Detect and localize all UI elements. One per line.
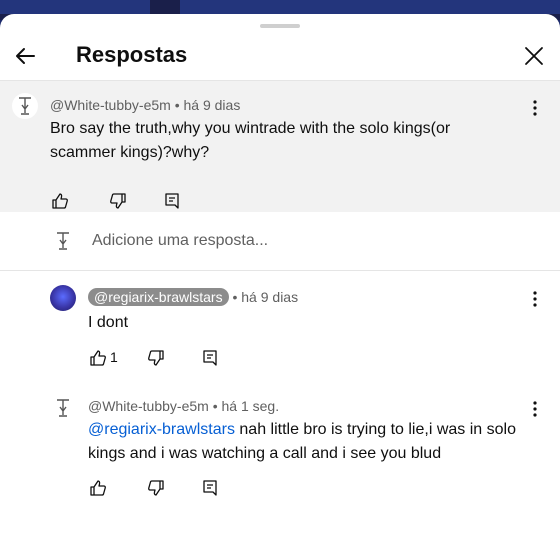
arrow-left-icon (16, 48, 35, 64)
reply-button[interactable] (162, 191, 182, 211)
dislike-button[interactable] (108, 191, 128, 211)
reply-menu-button[interactable] (532, 400, 538, 418)
more-vertical-icon (533, 291, 537, 307)
avatar (50, 228, 76, 254)
stick-figure-icon (19, 97, 31, 115)
background-stripe (180, 0, 560, 14)
thumb-down-icon (148, 480, 164, 496)
reply-time: há 1 seg. (221, 398, 280, 414)
comment-text: Bro say the truth,why you wintrade with … (50, 120, 451, 161)
comment-menu-button[interactable] (532, 99, 538, 117)
comment-author[interactable]: @White-tubby-e5m (50, 97, 171, 113)
reply-time: há 9 dias (241, 289, 299, 305)
replies-sheet: Respostas @White-tubby-e5m • há 9 dias B… (0, 14, 560, 560)
dislike-button[interactable] (146, 348, 166, 368)
reply-button[interactable] (200, 348, 220, 368)
comment-icon (203, 350, 217, 366)
close-button[interactable] (522, 44, 546, 68)
comment-time: há 9 dias (183, 97, 241, 113)
reply-divider (0, 270, 560, 271)
like-button[interactable] (88, 348, 108, 368)
add-reply-input[interactable]: Adicione uma resposta... (92, 232, 268, 250)
comment-icon (165, 193, 179, 209)
back-button[interactable] (12, 42, 40, 70)
more-vertical-icon (533, 401, 537, 417)
background-stripe (0, 0, 150, 14)
reply-meta: @regiarix-brawlstars • há 9 dias (88, 288, 298, 306)
reply-text: I dont (88, 314, 129, 331)
more-vertical-icon (533, 100, 537, 116)
reply-text: @regiarix-brawlstars nah little bro is t… (88, 418, 518, 466)
avatar[interactable] (12, 93, 38, 119)
page-title: Respostas (76, 42, 188, 67)
dislike-button[interactable] (146, 478, 166, 498)
meta-separator: • (212, 398, 218, 414)
stick-figure-icon (57, 399, 69, 417)
parent-comment: @White-tubby-e5m • há 9 dias Bro say the… (0, 81, 560, 213)
avatar[interactable] (50, 285, 76, 311)
comment-meta: @White-tubby-e5m • há 9 dias (50, 97, 240, 113)
thumb-down-icon (148, 350, 164, 366)
close-icon (525, 47, 543, 65)
comment-actions (50, 191, 190, 213)
reply-author[interactable]: @regiarix-brawlstars (88, 288, 229, 306)
stick-figure-icon (57, 232, 69, 250)
mention-link[interactable]: @regiarix-brawlstars (88, 421, 235, 438)
reply-actions: 1 (88, 348, 228, 370)
thumb-up-icon (90, 350, 106, 366)
reply-actions (88, 478, 228, 500)
thumb-down-icon (110, 193, 126, 209)
like-button[interactable] (50, 191, 70, 211)
like-button[interactable] (88, 478, 108, 498)
comment-icon (203, 480, 217, 496)
reply-button[interactable] (200, 478, 220, 498)
reply-author[interactable]: @White-tubby-e5m (88, 398, 209, 414)
add-reply-bar: Adicione uma resposta... (0, 212, 560, 270)
meta-separator: • (174, 97, 180, 113)
reply-meta: @White-tubby-e5m • há 1 seg. (88, 398, 279, 414)
thumb-up-icon (52, 193, 68, 209)
sheet-header: Respostas (0, 34, 560, 80)
like-count: 1 (110, 349, 118, 365)
avatar[interactable] (50, 395, 76, 421)
drag-handle[interactable] (260, 24, 300, 28)
reply-menu-button[interactable] (532, 290, 538, 308)
meta-separator: • (232, 289, 238, 305)
thumb-up-icon (90, 480, 106, 496)
